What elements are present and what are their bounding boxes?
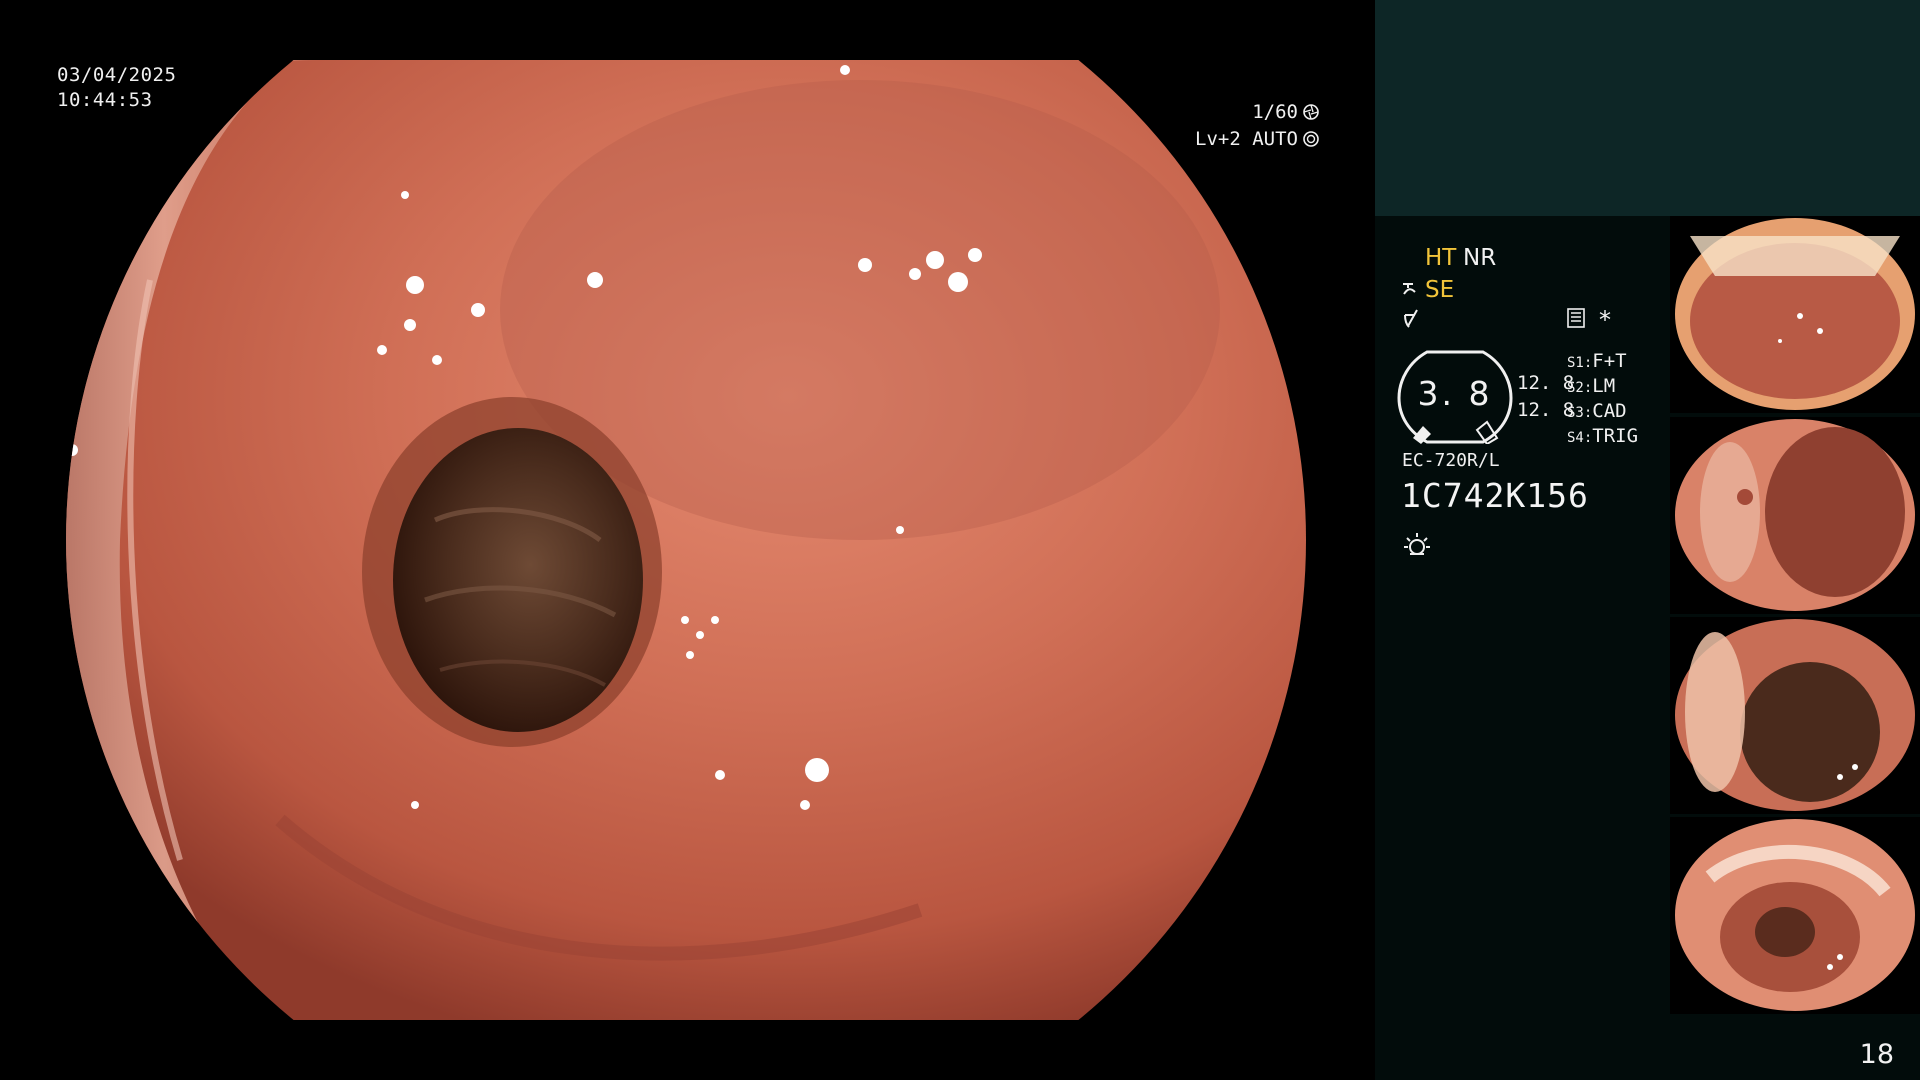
auto-exposure-icon [1303, 131, 1319, 147]
switch-key: S2: [1567, 380, 1593, 396]
scope-serial-number: 1C742K156 [1401, 476, 1589, 515]
exposure-value: Lv+2 AUTO [1195, 128, 1298, 150]
side-panel: HT NR SE * 3. 8 12. 8 12. 8 S1:F+T S2:LM… [1375, 0, 1920, 1080]
asterisk-indicator: * [1599, 306, 1611, 334]
switch-key: S3: [1567, 405, 1593, 421]
iris-icon [1303, 104, 1319, 120]
switch-s2: S2:LM [1567, 375, 1615, 399]
thumbnail-capture-1[interactable] [1670, 216, 1920, 413]
brightness-icon [1404, 533, 1430, 555]
freeze-icon [1404, 309, 1418, 328]
page-number: 18 [1859, 1039, 1894, 1070]
thumbnail-capture-4[interactable] [1670, 817, 1920, 1014]
memory-card-icon [1567, 308, 1585, 328]
exam-time: 10:44:53 [57, 89, 153, 111]
thumbnail-capture-2[interactable] [1670, 417, 1920, 614]
structure-enhance-icon [1403, 283, 1416, 295]
side-panel-header-area [1375, 0, 1920, 216]
lumen-thumbnail-icon [1670, 817, 1920, 1014]
endoscopy-screen: 03/04/2025 10:44:53 1/60 Lv+2 AUTO HT NR… [0, 0, 1920, 1080]
switch-s1: S1:F+T [1567, 350, 1627, 374]
switch-s4: S4:TRIG [1567, 425, 1638, 449]
endoscopic-view [60, 60, 1315, 1020]
lumen-thumbnail-icon [1670, 417, 1920, 614]
shutter-indicator: 1/60 [1252, 101, 1320, 123]
lumen-thumbnail-icon [1670, 617, 1920, 814]
switch-key: S4: [1567, 430, 1593, 446]
gauge-reading-2: 12. 8 [1517, 399, 1575, 421]
exam-date: 03/04/2025 [57, 64, 177, 86]
switch-s3: S3:CAD [1567, 400, 1627, 424]
mode-se-label: SE [1425, 277, 1455, 303]
switch-value: F+T [1592, 350, 1627, 372]
switch-value: CAD [1592, 400, 1627, 422]
switch-key: S1: [1567, 355, 1593, 371]
gauge-reading-1: 12. 8 [1517, 372, 1575, 394]
mucosa-image [60, 60, 1315, 1020]
lumen-thumbnail-icon [1670, 216, 1920, 413]
exposure-indicator: Lv+2 AUTO [1195, 128, 1320, 150]
switch-value: TRIG [1592, 425, 1639, 447]
thumbnail-capture-3[interactable] [1670, 617, 1920, 814]
mode-nr-label: NR [1463, 245, 1497, 271]
shutter-value: 1/60 [1252, 101, 1298, 123]
gauge-value: 3. 8 [1417, 374, 1493, 413]
mode-ht-label: HT [1425, 245, 1457, 271]
switch-value: LM [1592, 375, 1616, 397]
scope-model: EC-720R/L [1402, 450, 1500, 471]
